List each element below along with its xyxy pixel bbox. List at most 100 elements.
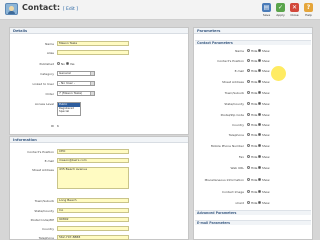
email-input[interactable]: mason@bwrx.com bbox=[57, 158, 129, 163]
param-hide-label: Hide bbox=[251, 113, 258, 117]
param-show-radio[interactable] bbox=[258, 178, 261, 181]
param-hide-radio[interactable] bbox=[247, 80, 250, 83]
param-show-label: Show bbox=[262, 80, 270, 84]
position-input[interactable]: CEO bbox=[57, 149, 129, 154]
param-hide-radio[interactable] bbox=[247, 166, 250, 169]
alias-input[interactable] bbox=[57, 50, 129, 55]
save-button[interactable]: ▤ Save bbox=[260, 3, 273, 17]
param-hide-label: Hide bbox=[251, 102, 258, 106]
help-button[interactable]: ? Help bbox=[302, 3, 315, 17]
order-select[interactable]: 7 (Mason Tesla) bbox=[57, 91, 95, 96]
advanced-parameters-toggle[interactable]: Advanced Parameters bbox=[195, 210, 311, 215]
name-label: Name bbox=[45, 42, 54, 46]
param-show-label: Show bbox=[262, 102, 270, 106]
param-hide-radio[interactable] bbox=[247, 178, 250, 181]
param-show-label: Show bbox=[262, 133, 270, 137]
contact-parameters-toggle[interactable]: Contact Parameters bbox=[195, 40, 311, 45]
param-hide-radio[interactable] bbox=[247, 102, 250, 105]
param-show-radio[interactable] bbox=[258, 201, 261, 204]
param-show-radio[interactable] bbox=[258, 113, 261, 116]
access-level-label: Access Level bbox=[34, 102, 54, 106]
email-parameters-toggle[interactable]: E-mail Parameters bbox=[195, 220, 311, 225]
param-hide-label: Hide bbox=[251, 69, 258, 73]
param-show-radio[interactable] bbox=[258, 59, 261, 62]
published-no-radio[interactable] bbox=[57, 62, 60, 65]
param-hide-label: Hide bbox=[251, 80, 258, 84]
state-input[interactable]: CA bbox=[57, 208, 129, 213]
param-show-radio[interactable] bbox=[258, 49, 261, 52]
param-show-radio[interactable] bbox=[258, 190, 261, 193]
alias-label: Alias bbox=[46, 51, 54, 55]
param-show-radio[interactable] bbox=[258, 91, 261, 94]
param-label: Contact's Position bbox=[217, 59, 244, 63]
param-show-radio[interactable] bbox=[258, 80, 261, 83]
param-show-label: Show bbox=[262, 59, 270, 63]
param-label: Telephone bbox=[228, 133, 244, 137]
param-label: Fax bbox=[238, 155, 244, 159]
country-input[interactable] bbox=[57, 226, 129, 231]
param-hide-radio[interactable] bbox=[247, 190, 250, 193]
param-hide-label: Hide bbox=[251, 155, 258, 159]
save-icon: ▤ bbox=[262, 3, 271, 12]
param-show-radio[interactable] bbox=[258, 155, 261, 158]
param-show-radio[interactable] bbox=[258, 102, 261, 105]
param-label: Miscellaneous Information bbox=[204, 178, 244, 182]
linked-user-select[interactable]: - No User - bbox=[57, 81, 95, 86]
country-label: Country bbox=[42, 227, 54, 231]
header-bar: Contact: [ Edit ] ▤ Save ✓ Apply ✕ Close ? H… bbox=[0, 0, 320, 20]
param-show-label: Show bbox=[262, 144, 270, 148]
street-input[interactable]: 435 Beach Avenue bbox=[57, 167, 129, 189]
param-show-label: Show bbox=[262, 113, 270, 117]
param-hide-radio[interactable] bbox=[247, 201, 250, 204]
param-hide-radio[interactable] bbox=[247, 133, 250, 136]
published-no-label: No bbox=[61, 62, 65, 66]
param-show-radio[interactable] bbox=[258, 69, 261, 72]
town-input[interactable]: Long Beach bbox=[57, 198, 129, 203]
param-label: E-mail bbox=[234, 69, 244, 73]
param-show-label: Show bbox=[262, 190, 270, 194]
param-hide-radio[interactable] bbox=[247, 113, 250, 116]
postcode-input[interactable]: 90802 bbox=[57, 217, 129, 222]
param-hide-radio[interactable] bbox=[247, 49, 250, 52]
param-hide-label: Hide bbox=[251, 190, 258, 194]
param-show-radio[interactable] bbox=[258, 144, 261, 147]
edit-mode-label: [ Edit ] bbox=[62, 7, 78, 12]
param-label: vCard bbox=[235, 201, 244, 205]
param-show-label: Show bbox=[262, 49, 270, 53]
access-level-list[interactable]: Public Registered Special bbox=[57, 102, 81, 116]
param-show-label: Show bbox=[262, 166, 270, 170]
param-show-radio[interactable] bbox=[258, 133, 261, 136]
telephone-input[interactable]: 562-707-8888 bbox=[57, 235, 129, 240]
param-label: Town/Suburb bbox=[224, 91, 244, 95]
access-option-special[interactable]: Special bbox=[58, 109, 80, 114]
param-show-label: Show bbox=[262, 91, 270, 95]
town-label: Town/Suburb bbox=[34, 199, 54, 203]
param-hide-radio[interactable] bbox=[247, 91, 250, 94]
param-hide-label: Hide bbox=[251, 178, 258, 182]
param-hide-label: Hide bbox=[251, 133, 258, 137]
param-hide-label: Hide bbox=[251, 123, 258, 127]
param-hide-radio[interactable] bbox=[247, 69, 250, 72]
param-hide-label: Hide bbox=[251, 91, 258, 95]
information-heading: Information bbox=[10, 137, 188, 143]
details-heading: Details bbox=[10, 28, 188, 34]
postcode-label: Postal Code/ZIP bbox=[30, 218, 54, 222]
param-show-radio[interactable] bbox=[258, 123, 261, 126]
published-yes-radio[interactable] bbox=[66, 62, 69, 65]
param-show-radio[interactable] bbox=[258, 166, 261, 169]
param-hide-radio[interactable] bbox=[247, 144, 250, 147]
category-select[interactable]: General bbox=[57, 71, 95, 76]
name-input[interactable]: Mason Tesla bbox=[57, 41, 129, 46]
apply-button[interactable]: ✓ Apply bbox=[274, 3, 287, 17]
close-icon: ✕ bbox=[290, 3, 299, 12]
param-hide-radio[interactable] bbox=[247, 59, 250, 62]
published-yes-label: Yes bbox=[70, 62, 75, 66]
param-label: Country bbox=[232, 123, 244, 127]
help-icon: ? bbox=[304, 3, 313, 12]
close-button[interactable]: ✕ Close bbox=[288, 3, 301, 17]
param-show-label: Show bbox=[262, 69, 270, 73]
param-hide-radio[interactable] bbox=[247, 123, 250, 126]
param-hide-radio[interactable] bbox=[247, 155, 250, 158]
street-label: Street Address bbox=[31, 168, 54, 172]
id-label: ID bbox=[50, 124, 54, 128]
